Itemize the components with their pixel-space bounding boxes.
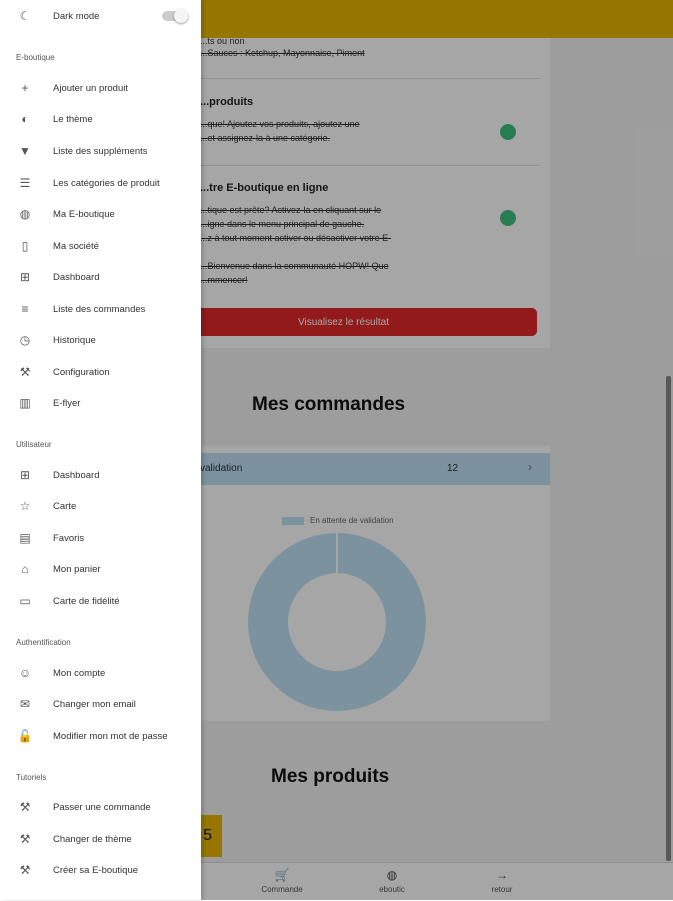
- drawer-item-carte[interactable]: ☆ Carte: [0, 492, 201, 520]
- drawer-item-label: Les catégories de produit: [53, 177, 160, 189]
- drawer-item-commandes[interactable]: ≡ Liste des commandes: [0, 295, 201, 323]
- drawer-item-ma-eboutique[interactable]: ◍ Ma E-boutique: [0, 200, 201, 228]
- drawer-item-label: E-flyer: [53, 397, 81, 409]
- palette-icon: ◐: [21, 112, 29, 126]
- drawer-item-label: Favoris: [53, 532, 85, 544]
- drawer-item-label: Carte: [53, 500, 77, 512]
- drawer-item-supplements[interactable]: ▼ Liste des suppléments: [0, 137, 201, 165]
- drawer-item-tuto-commande[interactable]: ⚒ Passer une commande: [0, 793, 201, 821]
- drawer-item-password[interactable]: 🔓 Modifier mon mot de passe: [0, 722, 201, 750]
- mail-icon: ✉: [19, 697, 31, 711]
- drawer-item-label: Mon panier: [53, 563, 101, 575]
- drawer-item-historique[interactable]: ◷ Historique: [0, 326, 201, 354]
- clock-icon: ◷: [19, 333, 31, 347]
- navigation-drawer: ☾ Dark mode E-boutique + Ajouter un produ…: [0, 0, 201, 900]
- drawer-item-label: Le thème: [53, 113, 93, 125]
- section-tutoriels: Tutoriels: [16, 773, 47, 782]
- wrench-icon: ⚒: [19, 365, 31, 379]
- drawer-item-tuto-eboutique[interactable]: ⚒ Créer sa E-boutique: [0, 856, 201, 884]
- section-eboutique: E-boutique: [16, 53, 55, 62]
- drawer-item-label: Liste des suppléments: [53, 145, 148, 157]
- drawer-item-societe[interactable]: ▯ Ma société: [0, 232, 201, 260]
- drawer-item-label: Ma société: [53, 240, 99, 252]
- drawer-item-label: Liste des commandes: [53, 303, 146, 315]
- hammer-icon: ⚒: [19, 863, 31, 877]
- book-icon: ▥: [19, 396, 31, 410]
- drawer-item-configuration[interactable]: ⚒ Configuration: [0, 358, 201, 386]
- globe-icon: ◍: [19, 207, 31, 221]
- drawer-item-label: Modifier mon mot de passe: [53, 730, 168, 742]
- drawer-item-label: Passer une commande: [53, 801, 151, 813]
- drawer-item-tuto-theme[interactable]: ⚒ Changer de thème: [0, 825, 201, 853]
- drawer-item-ajouter-produit[interactable]: + Ajouter un produit: [0, 74, 201, 102]
- star-icon: ☆: [19, 499, 31, 513]
- drawer-item-label: Créer sa E-boutique: [53, 864, 139, 876]
- moon-icon: ☾: [19, 9, 31, 23]
- drawer-item-label: Carte de fidélité: [53, 595, 120, 607]
- toggle-knob: [174, 9, 188, 23]
- drawer-item-favoris[interactable]: ▤ Favoris: [0, 524, 201, 552]
- drawer-item-label: Ma E-boutique: [53, 208, 115, 220]
- dark-mode-label: Dark mode: [53, 10, 100, 22]
- grid-icon: ⊞: [19, 270, 31, 284]
- user-icon: ☺: [18, 666, 32, 680]
- drawer-item-categories[interactable]: ☰ Les catégories de produit: [0, 169, 201, 197]
- drawer-item-label: Ajouter un produit: [53, 82, 128, 94]
- drawer-item-email[interactable]: ✉ Changer mon email: [0, 690, 201, 718]
- drawer-item-dashboard[interactable]: ⊞ Dashboard: [0, 263, 201, 291]
- drawer-item-theme[interactable]: ◐ Le thème: [0, 105, 201, 133]
- section-authentification: Authentification: [16, 638, 71, 647]
- drawer-item-label: Mon compte: [53, 667, 106, 679]
- drawer-item-label: Changer mon email: [53, 698, 136, 710]
- dark-mode-toggle[interactable]: [162, 9, 188, 23]
- drawer-item-label: Dashboard: [53, 469, 100, 481]
- drawer-item-label: Historique: [53, 334, 96, 346]
- pizza-icon: ▼: [19, 144, 31, 158]
- map-icon: ▤: [19, 531, 31, 545]
- drawer-item-compte[interactable]: ☺ Mon compte: [0, 659, 201, 687]
- plus-icon: +: [21, 81, 29, 95]
- filter-icon: ☰: [19, 176, 31, 190]
- grid-icon: ⊞: [19, 468, 31, 482]
- drawer-item-label: Dashboard: [53, 271, 100, 283]
- lock-icon: 🔓: [17, 729, 33, 743]
- drawer-item-label: Changer de thème: [53, 833, 132, 845]
- building-icon: ▯: [21, 239, 29, 253]
- drawer-item-label: Configuration: [53, 366, 110, 378]
- hammer-icon: ⚒: [19, 800, 31, 814]
- drawer-item-eflyer[interactable]: ▥ E-flyer: [0, 389, 201, 417]
- basket-icon: ⌂: [21, 562, 29, 576]
- card-icon: ▭: [19, 594, 31, 608]
- drawer-item-panier[interactable]: ⌂ Mon panier: [0, 555, 201, 583]
- hammer-icon: ⚒: [19, 832, 31, 846]
- list-icon: ≡: [21, 302, 29, 316]
- drawer-item-fidelite[interactable]: ▭ Carte de fidélité: [0, 587, 201, 615]
- drawer-item-user-dashboard[interactable]: ⊞ Dashboard: [0, 461, 201, 489]
- section-utilisateur: Utilisateur: [16, 440, 52, 449]
